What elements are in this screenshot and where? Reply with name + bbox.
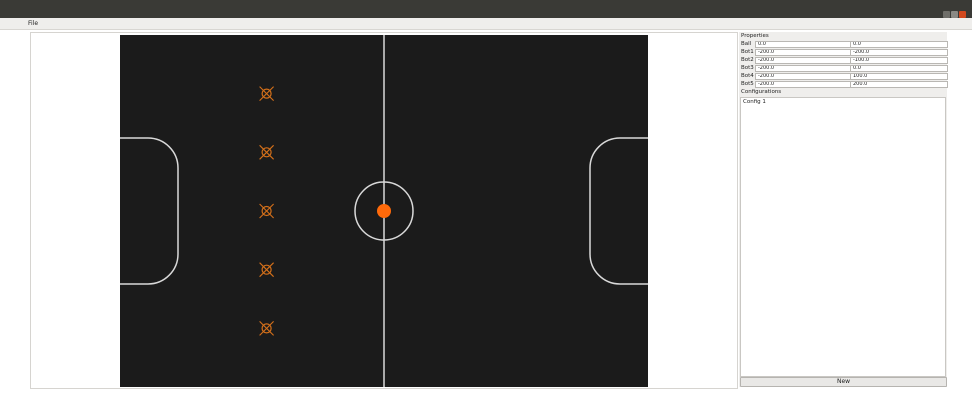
robot-marker[interactable] bbox=[259, 203, 274, 219]
property-row-bot5: Bot5 -200.0 200.0 bbox=[740, 81, 948, 88]
property-name: Bot4 bbox=[741, 73, 754, 79]
x-input[interactable]: -200.0 bbox=[755, 49, 851, 56]
y-input[interactable]: -200.0 bbox=[850, 49, 948, 56]
x-input[interactable]: 0.0 bbox=[755, 41, 851, 48]
property-name: Bot3 bbox=[741, 65, 754, 71]
property-row-bot1: Bot1 -200.0 -200.0 bbox=[740, 49, 948, 56]
configurations-list[interactable]: Config 1 bbox=[740, 97, 946, 377]
property-row-bot2: Bot2 -200.0 -100.0 bbox=[740, 57, 948, 64]
soccer-field[interactable] bbox=[120, 35, 648, 387]
config-item[interactable]: Config 1 bbox=[743, 99, 766, 105]
y-input[interactable]: 200.0 bbox=[850, 81, 948, 88]
y-input[interactable]: 100.0 bbox=[850, 73, 948, 80]
window-controls bbox=[942, 3, 966, 18]
y-input[interactable]: 0.0 bbox=[850, 41, 948, 48]
properties-heading: Properties bbox=[741, 33, 769, 39]
robot-marker[interactable] bbox=[259, 262, 274, 278]
close-button[interactable] bbox=[959, 11, 966, 18]
robot-marker[interactable] bbox=[259, 321, 274, 336]
maximize-button[interactable] bbox=[951, 11, 958, 18]
side-panel: Properties Ball 0.0 0.0 Bot1 -200.0 -200… bbox=[739, 32, 948, 387]
menu-bar: File bbox=[0, 18, 972, 30]
y-input[interactable]: 0.0 bbox=[850, 65, 948, 72]
robot-marker[interactable] bbox=[259, 86, 274, 101]
field-canvas[interactable] bbox=[30, 32, 738, 389]
property-name: Bot1 bbox=[741, 49, 754, 55]
menu-file[interactable]: File bbox=[28, 18, 38, 29]
x-input[interactable]: -200.0 bbox=[755, 73, 851, 80]
property-name: Bot5 bbox=[741, 81, 754, 87]
ball[interactable] bbox=[377, 204, 391, 218]
property-row-ball: Ball 0.0 0.0 bbox=[740, 41, 948, 48]
x-input[interactable]: -200.0 bbox=[755, 57, 851, 64]
configurations-heading: Configurations bbox=[741, 89, 782, 95]
x-input[interactable]: -200.0 bbox=[755, 65, 851, 72]
x-input[interactable]: -200.0 bbox=[755, 81, 851, 88]
new-config-button[interactable]: New bbox=[740, 377, 947, 387]
minimize-button[interactable] bbox=[943, 11, 950, 18]
robot-marker[interactable] bbox=[259, 144, 274, 160]
title-bar bbox=[0, 0, 972, 18]
property-name: Bot2 bbox=[741, 57, 754, 63]
property-row-bot3: Bot3 -200.0 0.0 bbox=[740, 65, 948, 72]
y-input[interactable]: -100.0 bbox=[850, 57, 948, 64]
property-name: Ball bbox=[741, 41, 752, 47]
property-row-bot4: Bot4 -200.0 100.0 bbox=[740, 73, 948, 80]
